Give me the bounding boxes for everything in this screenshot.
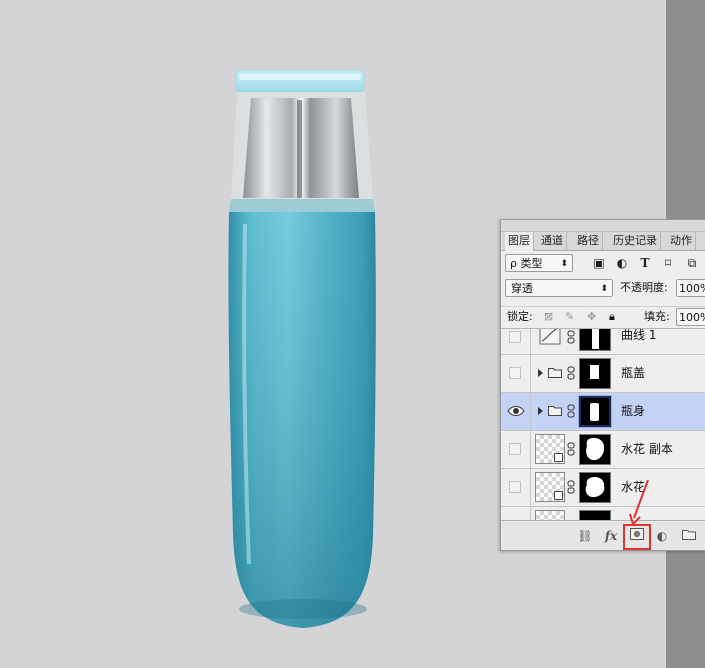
tab-actions[interactable]: 动作 [667, 232, 696, 250]
layer-name: 水花 副本 [621, 442, 673, 456]
lock-transparent-icon[interactable]: ⊠ [544, 308, 553, 326]
annotation-arrow-icon [629, 479, 649, 526]
layer-curves-1[interactable]: 曲线 1 [501, 328, 705, 355]
link-chain-icon[interactable] [567, 480, 575, 494]
link-chain-icon[interactable] [567, 330, 575, 344]
filter-kind-select[interactable]: ρ 类型 ⬍ [505, 254, 573, 272]
updown-arrows-icon: ⬍ [600, 284, 608, 294]
layer-thumbnail[interactable] [535, 472, 565, 502]
link-chain-icon[interactable] [567, 404, 575, 418]
image-filter-icon[interactable]: ▣ [592, 254, 606, 272]
adjustment-layer-icon[interactable]: ◐ [654, 528, 670, 544]
type-filter-icon[interactable]: T [638, 254, 652, 272]
visibility-toggle[interactable] [509, 367, 521, 379]
layer-mask-thumbnail[interactable] [579, 329, 611, 351]
folder-icon [548, 368, 562, 378]
fill-input[interactable]: 100% [676, 308, 705, 326]
lock-move-icon[interactable]: ✥ [587, 308, 596, 326]
link-chain-icon[interactable] [567, 442, 575, 456]
layer-mask-thumbnail[interactable] [579, 434, 611, 465]
visibility-toggle[interactable] [509, 331, 521, 343]
expand-triangle-icon[interactable] [538, 369, 543, 377]
layer-name: 瓶盖 [621, 366, 646, 380]
layer-group-body[interactable]: 瓶身 [501, 393, 705, 431]
link-icon[interactable]: ⛓ [577, 528, 593, 544]
panel-tabs: 图层 通道 路径 历史记录 动作 [501, 232, 705, 251]
lock-brush-icon[interactable]: ✎ [565, 308, 574, 326]
expand-triangle-icon[interactable] [538, 407, 543, 415]
panel-title-bar[interactable] [501, 220, 705, 232]
new-group-icon[interactable] [681, 528, 697, 544]
smart-object-badge-icon [554, 453, 563, 462]
lock-row: 锁定: ⊠ ✎ ✥ 🔒︎ 填充: 100% [501, 306, 705, 327]
updown-arrows-icon: ⬍ [560, 259, 568, 269]
layer-group-cap[interactable]: 瓶盖 [501, 355, 705, 393]
shape-filter-icon[interactable]: ⌑ [661, 254, 675, 272]
fx-icon[interactable]: fx [602, 528, 620, 544]
lock-all-icon[interactable]: 🔒︎ [609, 308, 615, 326]
tab-history[interactable]: 历史记录 [610, 232, 661, 250]
tab-channels[interactable]: 通道 [538, 232, 567, 250]
opacity-input[interactable]: 100% [676, 279, 705, 297]
filter-row: ρ 类型 ⬍ ▣ ◐ T ⌑ ⧉ [501, 254, 705, 274]
layer-mask-thumbnail[interactable] [579, 358, 611, 389]
layer-name: 瓶身 [621, 404, 646, 418]
lock-label: 锁定: [507, 310, 533, 323]
adjustment-filter-icon[interactable]: ◐ [615, 254, 629, 272]
bottle-image [228, 69, 376, 628]
blend-mode-select[interactable]: 穿透 ⬍ [505, 279, 613, 297]
tab-layers[interactable]: 图层 [505, 232, 534, 251]
layer-mask-thumbnail[interactable] [578, 395, 612, 428]
layer-splash[interactable]: 水花 [501, 469, 705, 507]
fill-label: 填充: [644, 310, 670, 323]
curves-adjustment-icon [539, 329, 561, 345]
layer-mask-thumbnail[interactable] [579, 472, 611, 503]
link-chain-icon[interactable] [567, 366, 575, 380]
layer-name: 曲线 1 [621, 328, 657, 342]
layers-panel: 图层 通道 路径 历史记录 动作 ρ 类型 ⬍ ▣ ◐ T ⌑ ⧉ 穿透 ⬍ 不… [500, 219, 705, 551]
layer-splash-copy[interactable]: 水花 副本 [501, 431, 705, 469]
layer-partial[interactable] [501, 507, 705, 521]
smart-object-badge-icon [554, 491, 563, 500]
opacity-label: 不透明度: [620, 281, 668, 294]
filter-kind-label: ρ 类型 [510, 257, 543, 270]
visibility-toggle[interactable] [509, 443, 521, 455]
smart-object-filter-icon[interactable]: ⧉ [685, 254, 699, 272]
layer-thumbnail[interactable] [535, 434, 565, 464]
layers-list: 曲线 1 瓶盖 瓶身 水花 副本 水花 [501, 328, 705, 521]
tab-paths[interactable]: 路径 [574, 232, 603, 250]
folder-icon [548, 406, 562, 416]
eye-icon[interactable] [507, 402, 525, 420]
blend-mode-label: 穿透 [511, 282, 533, 295]
blend-row: 穿透 ⬍ 不透明度: 100% [501, 279, 705, 299]
visibility-toggle[interactable] [509, 481, 521, 493]
panel-footer: ⛓ fx ◐ [501, 520, 705, 550]
